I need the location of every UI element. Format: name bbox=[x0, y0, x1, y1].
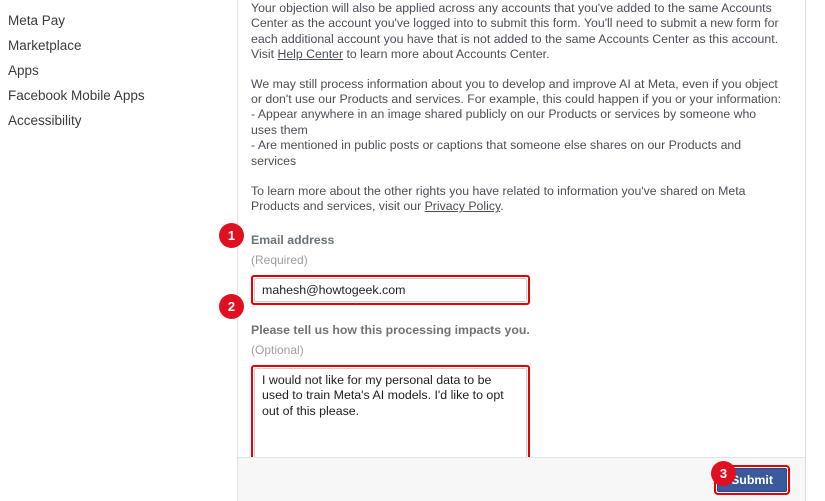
sidebar-item-label: Facebook Mobile Apps bbox=[8, 88, 145, 103]
screenshot-root: Meta Pay Marketplace Apps Facebook Mobil… bbox=[0, 0, 825, 501]
sidebar-item-apps[interactable]: Apps bbox=[0, 58, 237, 83]
sidebar-list: Meta Pay Marketplace Apps Facebook Mobil… bbox=[0, 0, 237, 133]
sidebar-item-meta-pay[interactable]: Meta Pay bbox=[0, 8, 237, 33]
email-input[interactable] bbox=[254, 277, 527, 302]
step-badge-2: 2 bbox=[219, 294, 244, 319]
sidebar-item-label: Meta Pay bbox=[8, 13, 66, 28]
sidebar-item-facebook-mobile-apps[interactable]: Facebook Mobile Apps bbox=[0, 83, 237, 108]
sidebar-item-label: Accessibility bbox=[8, 113, 82, 128]
paragraph-bullet-1: - Appear anywhere in an image shared pub… bbox=[251, 107, 757, 137]
objection-form-panel: Your objection will also be applied acro… bbox=[237, 0, 806, 501]
sidebar-item-accessibility[interactable]: Accessibility bbox=[0, 108, 237, 133]
email-field-block: Email address (Required) bbox=[251, 215, 783, 305]
comment-field-requirement: (Optional) bbox=[251, 342, 304, 357]
help-center-link[interactable]: Help Center bbox=[277, 47, 343, 61]
privacy-policy-link[interactable]: Privacy Policy bbox=[425, 199, 501, 213]
sidebar: Meta Pay Marketplace Apps Facebook Mobil… bbox=[0, 0, 237, 501]
paragraph-other-rights: To learn more about the other rights you… bbox=[251, 169, 783, 215]
step-badge-3: 3 bbox=[711, 461, 736, 486]
paragraph-ai-processing: We may still process information about y… bbox=[251, 63, 783, 169]
panel-body: Your objection will also be applied acro… bbox=[238, 0, 805, 499]
sidebar-item-label: Marketplace bbox=[8, 38, 82, 53]
sidebar-item-marketplace[interactable]: Marketplace bbox=[0, 33, 237, 58]
email-input-wrapper bbox=[251, 274, 530, 305]
paragraph-bullet-2: - Are mentioned in public posts or capti… bbox=[251, 138, 742, 168]
paragraph-text-2-intro: We may still process information about y… bbox=[251, 76, 782, 107]
step-badge-1: 1 bbox=[219, 223, 244, 248]
paragraph-text-1b: to learn more about Accounts Center. bbox=[343, 47, 550, 62]
email-field-requirement: (Required) bbox=[251, 252, 308, 267]
sidebar-item-label: Apps bbox=[8, 63, 39, 78]
paragraph-accounts-center: Your objection will also be applied acro… bbox=[251, 0, 783, 63]
email-highlight-box bbox=[251, 274, 530, 305]
paragraph-text-3b: . bbox=[500, 199, 504, 214]
comment-field-label: Please tell us how this processing impac… bbox=[251, 322, 530, 337]
email-field-label: Email address bbox=[251, 232, 335, 247]
